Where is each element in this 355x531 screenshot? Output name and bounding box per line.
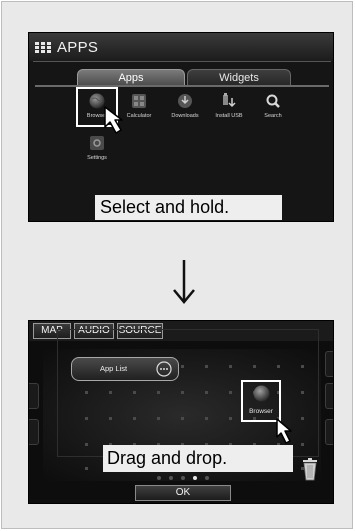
- tab-widgets[interactable]: Widgets: [187, 69, 291, 86]
- grid-dot: [205, 365, 208, 368]
- grid-dot: [277, 365, 280, 368]
- down-arrow-icon: [173, 260, 195, 304]
- home-screen: MAP AUDIO SOURCE App List Browser Drag a…: [28, 320, 334, 504]
- apps-title: APPS: [57, 39, 99, 56]
- download-icon: [178, 94, 192, 108]
- grid-dot: [109, 391, 112, 394]
- trash-icon[interactable]: [301, 457, 319, 481]
- dragged-app-label: Browser: [249, 408, 273, 415]
- magnifier-icon: [266, 94, 280, 108]
- page-dot: [157, 476, 161, 480]
- page-dot: [205, 476, 209, 480]
- app-tile-search[interactable]: Search: [251, 93, 295, 119]
- pointer-arrow-icon: [104, 106, 123, 134]
- grid-dot: [301, 391, 304, 394]
- grid-dot: [253, 365, 256, 368]
- caption-select-hold: Select and hold.: [95, 195, 282, 220]
- app-list-button[interactable]: App List: [71, 357, 179, 381]
- app-list-label: App List: [100, 364, 128, 373]
- ok-button[interactable]: OK: [135, 485, 231, 501]
- app-label-search: Search: [264, 113, 282, 119]
- grid-dot: [85, 443, 88, 446]
- right-edge-tab: [325, 351, 333, 377]
- app-tile-install-usb[interactable]: Install USB: [207, 93, 251, 119]
- grid-dot: [133, 417, 136, 420]
- instruction-panel: APPS Apps Widgets Browser Calculator Dow…: [1, 1, 353, 529]
- tab-apps[interactable]: Apps: [77, 69, 185, 86]
- grid-dot: [181, 417, 184, 420]
- page-dot: [169, 476, 173, 480]
- header-divider: [33, 61, 331, 62]
- left-edge-tab: [29, 383, 39, 409]
- right-edge-tab: [325, 383, 333, 409]
- grid-dot: [133, 391, 136, 394]
- grid-dot: [229, 391, 232, 394]
- grid-dot: [229, 417, 232, 420]
- app-label-install-usb: Install USB: [215, 113, 243, 119]
- grid-dot: [205, 417, 208, 420]
- grid-dot: [229, 365, 232, 368]
- usb-install-icon: [223, 93, 236, 108]
- grid-dot: [109, 417, 112, 420]
- app-list-menu-icon: [156, 361, 172, 377]
- grid-dot: [157, 391, 160, 394]
- grid-dot: [85, 417, 88, 420]
- apps-grid-icon: [35, 42, 51, 53]
- globe-icon: [253, 385, 270, 402]
- apps-screen: APPS Apps Widgets Browser Calculator Dow…: [28, 32, 334, 222]
- grid-dot: [301, 365, 304, 368]
- grid-dot: [181, 365, 184, 368]
- page-dot: [181, 476, 185, 480]
- app-label-downloads: Downloads: [171, 113, 199, 119]
- right-edge-tab: [325, 419, 333, 445]
- grid-dot: [157, 417, 160, 420]
- left-edge-tab: [29, 419, 39, 445]
- grid-dot: [85, 391, 88, 394]
- grid-dot: [205, 391, 208, 394]
- app-tile-downloads[interactable]: Downloads: [163, 93, 207, 119]
- grid-dot: [181, 391, 184, 394]
- dragged-app-browser[interactable]: Browser: [241, 380, 281, 422]
- caption-drag-drop: Drag and drop.: [103, 445, 293, 472]
- page-dot: [193, 476, 197, 480]
- apps-header: APPS: [29, 33, 333, 61]
- app-label-settings: Settings: [87, 155, 107, 161]
- grid-dot: [85, 467, 88, 470]
